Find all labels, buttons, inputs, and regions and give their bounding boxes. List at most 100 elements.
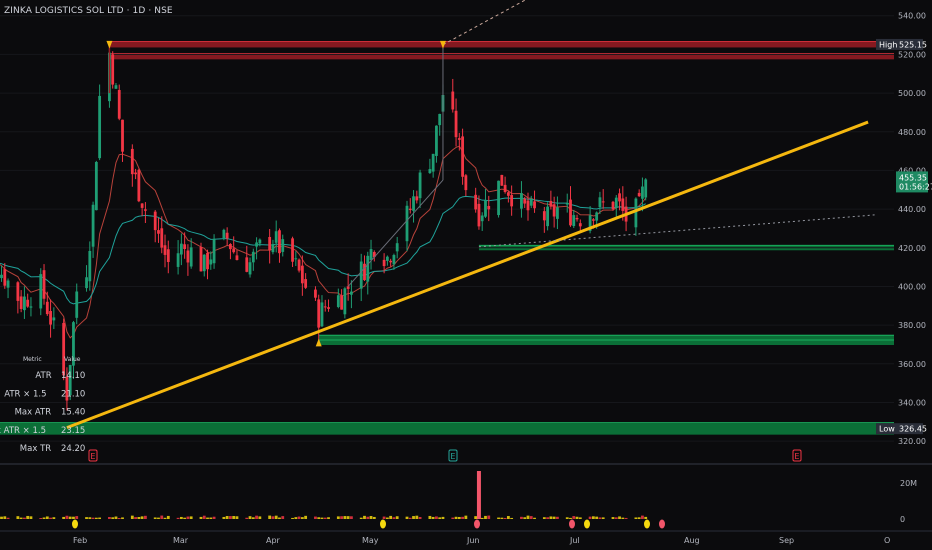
rising-trendline[interactable] [66, 120, 869, 429]
volume-bar [497, 517, 500, 519]
time-tick-label: May [362, 536, 379, 545]
earnings-event-label: E [450, 452, 455, 461]
volume-signal-dot [644, 519, 650, 529]
volume-bar [179, 516, 183, 519]
volume-bar [117, 517, 121, 519]
candle [281, 239, 285, 252]
volume-bar [366, 516, 370, 519]
volume-bar [523, 517, 527, 519]
candle [611, 201, 615, 210]
volume-bar [278, 517, 281, 519]
volume-bar [23, 517, 26, 519]
volume-bar [565, 517, 569, 519]
volume-bar [94, 517, 98, 519]
volume-bar [461, 516, 464, 519]
candle [75, 291, 79, 318]
volume-bar [591, 516, 595, 519]
volume-bar [382, 516, 386, 519]
candle [206, 252, 209, 270]
volume-bar [314, 516, 317, 519]
volume-bar [202, 515, 206, 519]
candle [248, 262, 252, 275]
price-tick-label: 500.00 [898, 89, 926, 98]
volume-bar [16, 516, 20, 519]
volume-bar [140, 516, 144, 519]
table-metric-cell: Max ATR × 1.5 [0, 426, 46, 436]
candle [297, 259, 301, 271]
candle [340, 295, 343, 310]
candle [405, 205, 409, 242]
candle [91, 204, 95, 247]
candle [3, 269, 7, 286]
volume-bar [529, 516, 533, 519]
candle [618, 193, 621, 202]
swing-line [347, 179, 444, 287]
volume-bar [474, 516, 478, 519]
volume-bar [526, 515, 530, 519]
volume-bar [19, 517, 23, 519]
candle [291, 238, 294, 262]
candle [232, 248, 236, 253]
volume-bar [611, 517, 615, 519]
volume-bar [369, 516, 373, 519]
low-tag-value: 326.45 [899, 425, 927, 434]
volume-bar [251, 517, 255, 519]
volume-bar [343, 516, 347, 519]
support-band [318, 335, 895, 341]
earnings-event-label: E [90, 452, 95, 461]
volume-bar [601, 517, 605, 519]
volume-bar [327, 517, 330, 519]
volume-bar [85, 517, 88, 519]
grid [0, 15, 894, 442]
price-tick-label: 440.00 [898, 205, 926, 214]
candle [408, 208, 412, 211]
volume-bar [503, 517, 507, 519]
candle [497, 180, 500, 216]
time-axis: Feb Mar Apr May Jun Jul Aug Sep O [0, 530, 932, 545]
candle [26, 299, 30, 307]
volume-bar [52, 517, 56, 519]
candle [549, 200, 553, 207]
volume-bar [42, 517, 46, 519]
volume-bar [163, 517, 167, 519]
candle [601, 201, 605, 203]
volume-bar [624, 517, 628, 519]
time-tick-label: Jul [569, 536, 580, 545]
time-tick-label: Mar [173, 536, 189, 545]
volume-bar [405, 516, 409, 519]
candle [641, 186, 644, 199]
candle [418, 172, 422, 199]
volume-bar [372, 516, 376, 519]
projection-line [442, 0, 525, 46]
volume-bar [157, 517, 160, 519]
candle [235, 255, 239, 261]
candle [556, 207, 559, 219]
volume-bar [644, 516, 648, 519]
volume-bar [340, 516, 343, 519]
volume-bar [268, 515, 272, 519]
candle [304, 279, 308, 288]
volume-bar [225, 515, 229, 519]
volume-bar [363, 515, 366, 519]
volume-bar [428, 515, 432, 519]
volume-bar [160, 515, 164, 519]
candle [366, 255, 370, 282]
candle [503, 184, 507, 193]
candle [134, 172, 137, 175]
volume-pane: 20M 0 [0, 463, 932, 529]
volume-bar [595, 516, 599, 519]
candle [569, 199, 572, 226]
volume-bar [72, 516, 75, 519]
candle [163, 245, 167, 255]
candle [183, 244, 187, 249]
candle [245, 257, 249, 272]
candle [16, 282, 20, 301]
candle [278, 230, 281, 254]
candle [212, 238, 216, 264]
candle [153, 211, 157, 231]
chart-canvas[interactable]: 320.00 340.00 360.00 380.00 400.00 420.00 440.… [0, 0, 932, 550]
volume-bar [385, 517, 389, 519]
volume-bar [395, 516, 399, 519]
table-value-cell: 14.10 [61, 371, 85, 381]
volume-bar [431, 516, 435, 519]
